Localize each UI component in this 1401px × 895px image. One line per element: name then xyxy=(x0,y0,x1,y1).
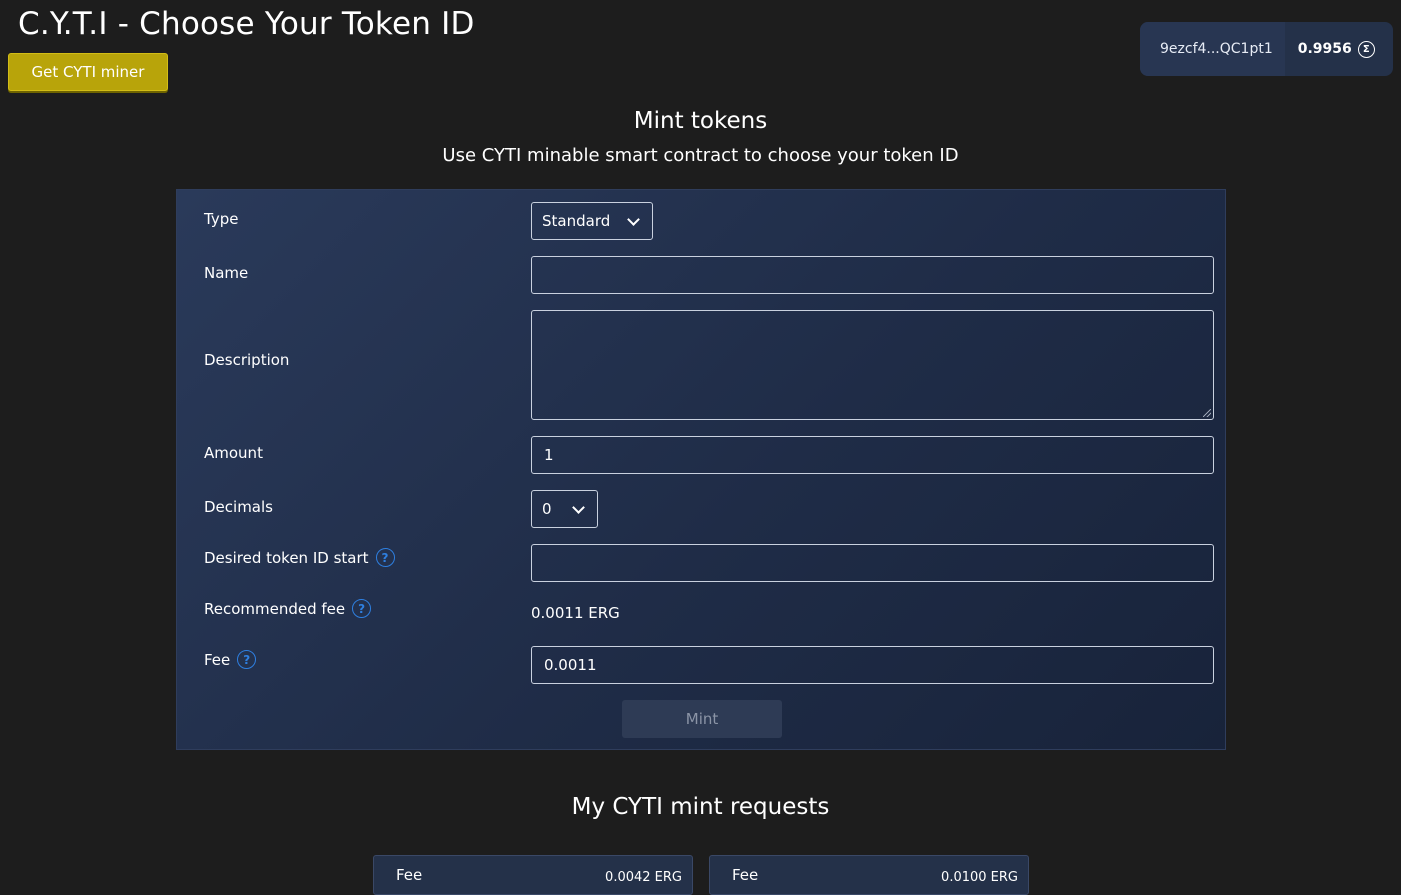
mint-request-card[interactable]: Fee 0.0100 ERG xyxy=(709,855,1029,895)
type-select[interactable]: Standard xyxy=(531,202,653,240)
recommended-fee-label: Recommended fee ? xyxy=(204,599,372,618)
mint-section-subtitle: Use CYTI minable smart contract to choos… xyxy=(442,145,959,166)
mint-button[interactable]: Mint xyxy=(622,700,782,738)
type-select-value: Standard xyxy=(542,212,611,230)
token-id-start-input[interactable] xyxy=(531,544,1214,582)
help-icon[interactable]: ? xyxy=(352,599,372,618)
wallet-widget[interactable]: 9ezcf4...QC1pt1 0.9956 Σ xyxy=(1140,22,1393,76)
chevron-down-icon xyxy=(627,212,640,226)
amount-label: Amount xyxy=(204,444,263,462)
help-icon[interactable]: ? xyxy=(237,650,257,669)
request-fee-value: 0.0100 ERG xyxy=(941,870,1018,885)
requests-section-title: My CYTI mint requests xyxy=(571,794,830,820)
request-fee-value: 0.0042 ERG xyxy=(605,870,682,885)
fee-input[interactable]: 0.0011 xyxy=(531,646,1214,684)
decimals-select[interactable]: 0 xyxy=(531,490,598,528)
wallet-balance-value: 0.9956 xyxy=(1297,41,1352,57)
name-label: Name xyxy=(204,264,249,282)
fee-label: Fee ? xyxy=(204,650,257,669)
description-label: Description xyxy=(204,351,290,369)
app-title: C.Y.T.I - Choose Your Token ID xyxy=(18,6,475,42)
request-fee-label: Fee xyxy=(732,866,759,884)
fee-label-text: Fee xyxy=(204,650,231,669)
description-textarea[interactable] xyxy=(531,310,1214,420)
mint-request-card[interactable]: Fee 0.0042 ERG xyxy=(373,855,693,895)
wallet-address[interactable]: 9ezcf4...QC1pt1 xyxy=(1140,22,1285,76)
chevron-down-icon xyxy=(572,500,585,514)
resize-handle-icon[interactable] xyxy=(1203,409,1211,417)
request-fee-label: Fee xyxy=(396,866,423,884)
amount-input[interactable]: 1 xyxy=(531,436,1214,474)
mint-form: Type Standard Name Description Amount 1 … xyxy=(176,189,1226,750)
help-icon[interactable]: ? xyxy=(375,548,395,567)
decimals-label: Decimals xyxy=(204,498,273,516)
decimals-select-value: 0 xyxy=(542,500,552,518)
recommended-fee-label-text: Recommended fee xyxy=(204,599,346,618)
token-id-start-label-text: Desired token ID start xyxy=(204,548,369,567)
type-label: Type xyxy=(204,210,239,228)
get-cyti-miner-button[interactable]: Get CYTI miner xyxy=(8,53,168,91)
mint-section-title: Mint tokens xyxy=(633,108,768,134)
recommended-fee-value: 0.0011 ERG xyxy=(531,604,620,622)
name-input[interactable] xyxy=(531,256,1214,294)
wallet-balance: 0.9956 Σ xyxy=(1285,40,1375,58)
token-id-start-label: Desired token ID start ? xyxy=(204,548,395,567)
erg-sigma-icon: Σ xyxy=(1357,40,1375,58)
